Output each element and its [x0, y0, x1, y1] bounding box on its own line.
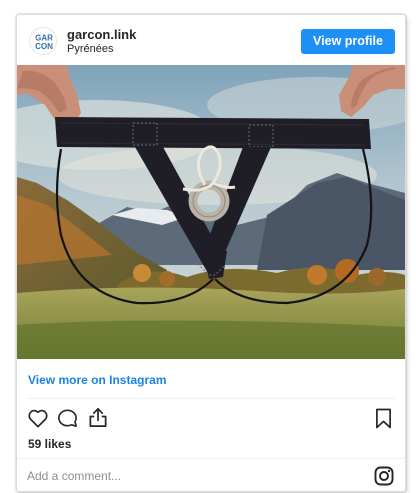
instagram-icon[interactable] [374, 466, 394, 486]
location[interactable]: Pyrénées [67, 43, 113, 55]
comment-icon[interactable] [57, 408, 78, 428]
username[interactable]: garcon.link [67, 27, 136, 42]
comment-input[interactable] [27, 467, 347, 485]
bookmark-icon[interactable] [375, 408, 392, 429]
heart-icon[interactable] [27, 408, 49, 428]
likes-count: 59 likes [28, 437, 72, 451]
avatar[interactable]: GAR CON [29, 27, 57, 55]
garcon-logo: GAR CON [35, 34, 53, 51]
view-profile-button[interactable]: View profile [301, 29, 395, 54]
share-icon[interactable] [88, 407, 108, 428]
post-image[interactable] [17, 65, 405, 359]
post-header: GAR CON garcon.link Pyrénées View profil… [17, 15, 405, 67]
action-bar [17, 405, 405, 431]
divider [27, 398, 395, 399]
comment-bar [17, 458, 405, 491]
svg-text:CON: CON [35, 42, 53, 51]
view-more-link[interactable]: View more on Instagram [28, 373, 167, 387]
instagram-embed-card: GAR CON garcon.link Pyrénées View profil… [16, 14, 406, 492]
